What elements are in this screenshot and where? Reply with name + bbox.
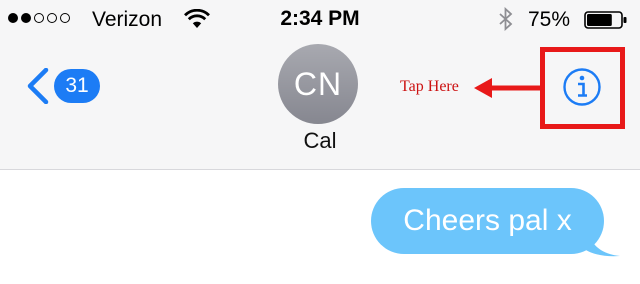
annotation-tap-here-label: Tap Here xyxy=(400,78,459,95)
contact-avatar[interactable]: CN xyxy=(278,44,358,124)
annotation-arrow-icon xyxy=(474,78,542,98)
battery-percentage: 75% xyxy=(528,8,571,31)
chevron-left-icon xyxy=(27,68,49,104)
bluetooth-icon xyxy=(499,7,513,31)
message-text: Cheers pal x xyxy=(403,204,572,237)
battery-icon xyxy=(584,11,627,29)
contact-name[interactable]: Cal xyxy=(260,128,380,154)
navigation-header: Verizon 2:34 PM 75% 31 CN Cal Tap Here xyxy=(0,0,640,170)
info-icon[interactable] xyxy=(562,67,602,107)
status-bar: Verizon 2:34 PM 75% xyxy=(0,0,640,40)
back-button[interactable]: 31 xyxy=(26,64,110,108)
unread-count-badge: 31 xyxy=(54,69,100,103)
